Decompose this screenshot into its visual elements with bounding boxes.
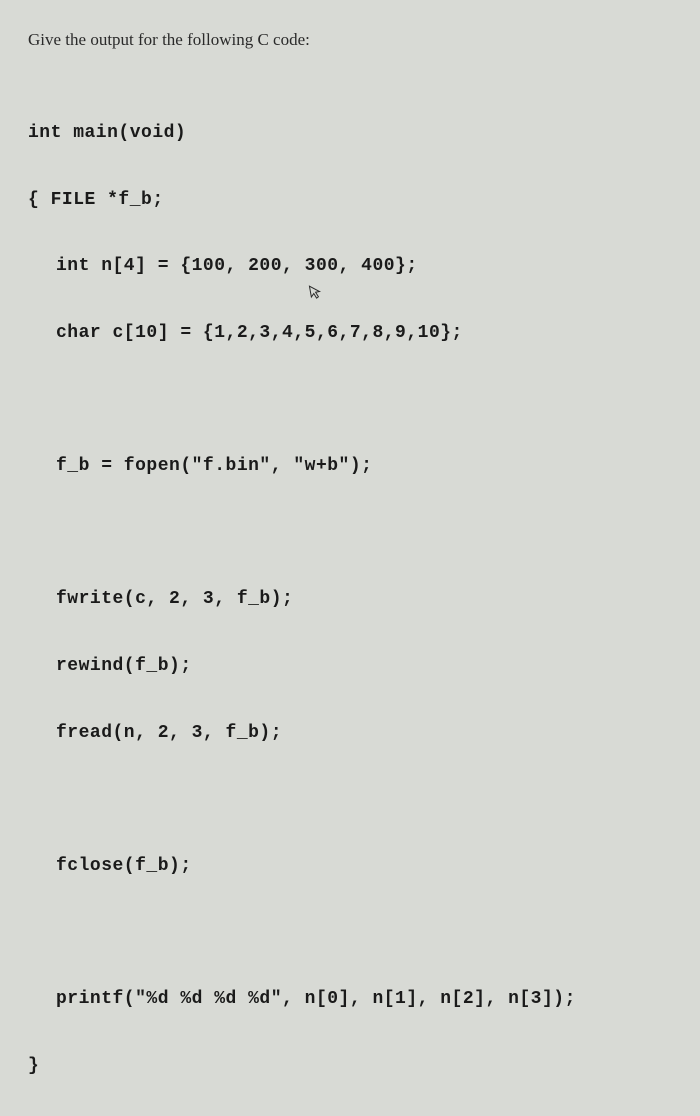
code-line: f_b = fopen("f.bin", "w+b"); — [28, 450, 672, 483]
code-blank-line — [28, 517, 672, 550]
code-block: int main(void) { FILE *f_b; int n[4] = {… — [28, 84, 672, 1116]
code-line: { FILE *f_b; — [28, 184, 672, 217]
code-blank-line — [28, 384, 672, 417]
code-line: fread(n, 2, 3, f_b); — [28, 717, 672, 750]
code-blank-line — [28, 783, 672, 816]
code-line: } — [28, 1050, 672, 1083]
question-prompt: Give the output for the following C code… — [28, 30, 672, 50]
code-line: fwrite(c, 2, 3, f_b); — [28, 583, 672, 616]
code-blank-line — [28, 916, 672, 949]
code-line: char c[10] = {1,2,3,4,5,6,7,8,9,10}; — [28, 317, 672, 350]
code-line: int n[4] = {100, 200, 300, 400}; — [28, 250, 672, 283]
code-line: int main(void) — [28, 117, 672, 150]
code-line: printf("%d %d %d %d", n[0], n[1], n[2], … — [28, 983, 672, 1016]
code-line: rewind(f_b); — [28, 650, 672, 683]
code-line: fclose(f_b); — [28, 850, 672, 883]
